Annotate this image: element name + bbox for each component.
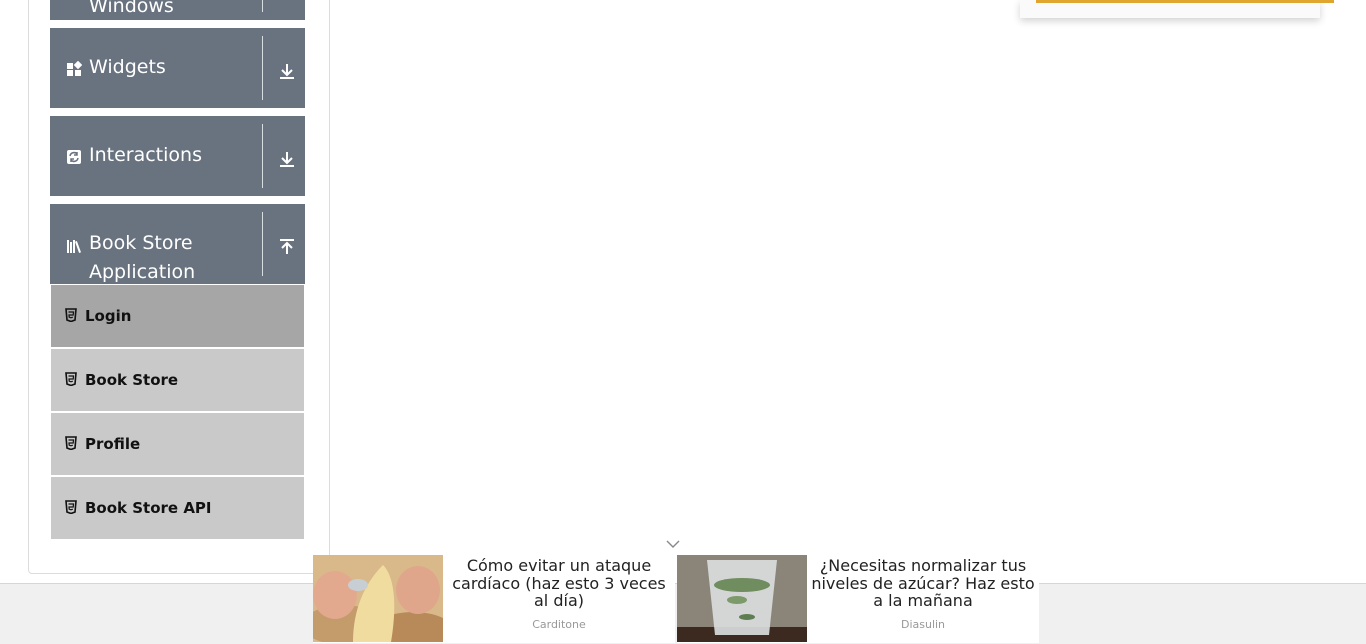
group-divider xyxy=(262,36,263,100)
menu-item-book-store[interactable]: Book Store xyxy=(51,349,304,411)
chevron-down-icon[interactable] xyxy=(665,538,681,550)
ad-stripe xyxy=(1036,0,1334,3)
group-header-widgets[interactable]: Widgets xyxy=(50,28,305,108)
group-divider xyxy=(262,0,263,12)
download-icon[interactable] xyxy=(278,62,296,80)
ad-source: Diasulin xyxy=(900,618,946,631)
group-header-book-store-application[interactable]: Book Store Application xyxy=(50,204,305,284)
menu-item-label: Profile xyxy=(85,435,141,453)
ad-headline[interactable]: ¿Necesitas normalizar tus niveles de azú… xyxy=(809,557,1037,610)
interactions-icon xyxy=(67,150,81,164)
ad-card[interactable]: ¿Necesitas normalizar tus niveles de azú… xyxy=(677,555,1039,643)
group-title-windows: Windows xyxy=(89,0,174,17)
widgets-icon xyxy=(67,61,82,76)
ad-image xyxy=(677,555,807,642)
book-store-icon xyxy=(67,240,81,253)
group-header-interactions[interactable]: Interactions xyxy=(50,116,305,196)
upload-icon[interactable] xyxy=(278,238,296,256)
ad-card[interactable]: Cómo evitar un ataque cardíaco (haz esto… xyxy=(313,555,675,643)
html5-icon xyxy=(65,436,77,450)
menu-item-profile[interactable]: Profile xyxy=(51,413,304,475)
group-title-book-store-line2: Application xyxy=(89,261,196,283)
ad-headline[interactable]: Cómo evitar un ataque cardíaco (haz esto… xyxy=(445,557,673,610)
download-icon[interactable] xyxy=(278,150,296,168)
menu-item-login[interactable]: Login xyxy=(51,285,304,347)
html5-icon xyxy=(65,500,77,514)
menu-item-label: Login xyxy=(85,307,132,325)
html5-icon xyxy=(65,308,77,322)
group-divider xyxy=(262,212,263,276)
menu-item-label: Book Store xyxy=(85,371,179,389)
top-ad-widget[interactable] xyxy=(1020,0,1334,18)
menu-item-label: Book Store API xyxy=(85,499,212,517)
group-title-book-store-line1: Book Store xyxy=(89,232,193,254)
ad-image xyxy=(313,555,443,642)
html5-icon xyxy=(65,372,77,386)
menu-item-book-store-api[interactable]: Book Store API xyxy=(51,477,304,539)
group-title-widgets: Widgets xyxy=(89,56,166,78)
group-title-interactions: Interactions xyxy=(89,144,202,166)
group-divider xyxy=(262,124,263,188)
ad-source: Carditone xyxy=(532,618,586,631)
group-header-windows[interactable]: Windows xyxy=(50,0,305,20)
